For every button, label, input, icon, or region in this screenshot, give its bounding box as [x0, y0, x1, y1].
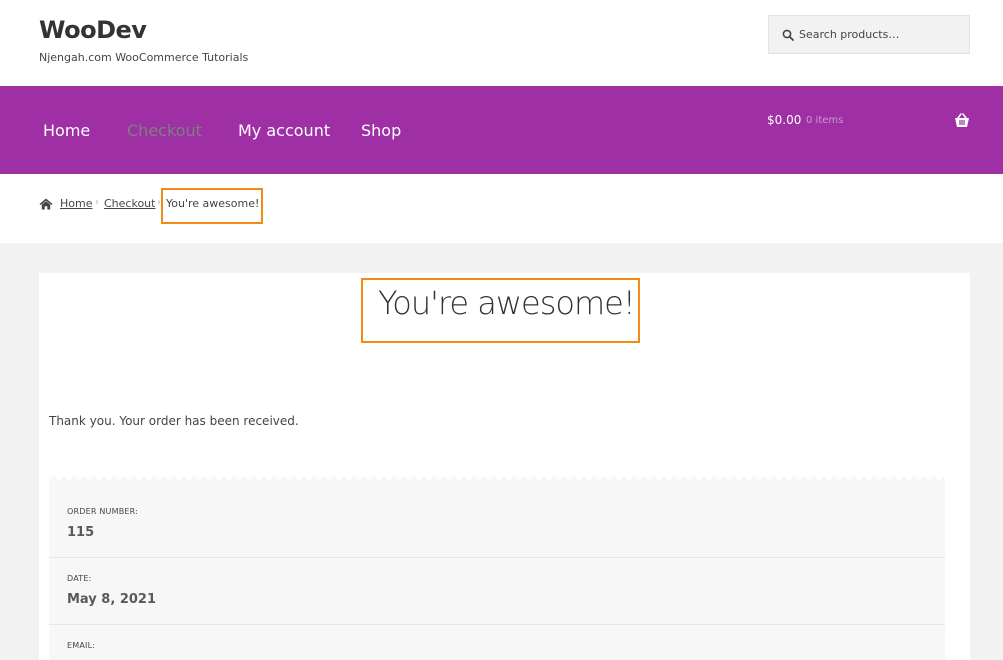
primary-navigation: Home Checkout My account Shop $0.00 0 it…	[0, 86, 1003, 174]
nav-item-checkout[interactable]: Checkout	[127, 121, 202, 140]
home-icon[interactable]	[39, 198, 53, 210]
nav-item-shop[interactable]: Shop	[361, 121, 401, 140]
search-box[interactable]	[768, 15, 970, 54]
breadcrumb-home-link[interactable]: Home	[60, 197, 92, 210]
nav-item-my-account[interactable]: My account	[238, 121, 330, 140]
zigzag-edge	[49, 473, 945, 481]
cart-icon	[955, 113, 969, 127]
order-number-row: ORDER NUMBER: 115	[49, 491, 945, 558]
order-email-row: EMAIL:	[49, 625, 945, 660]
order-received-message: Thank you. Your order has been received.	[49, 414, 299, 428]
order-date-label: DATE:	[67, 574, 92, 583]
breadcrumb: Home › Checkout › You're awesome!	[0, 174, 1003, 243]
search-input[interactable]	[799, 16, 967, 53]
site-title[interactable]: WooDev	[39, 16, 147, 44]
breadcrumb-checkout-link[interactable]: Checkout	[104, 197, 155, 210]
cart-count: 0 items	[806, 115, 844, 126]
search-icon	[782, 29, 794, 41]
breadcrumb-separator: ›	[95, 197, 99, 208]
order-date-value: May 8, 2021	[67, 592, 157, 607]
page-title-highlight-box	[361, 278, 640, 343]
cart-link[interactable]: $0.00 0 items	[767, 113, 970, 133]
breadcrumb-highlight-box	[161, 188, 263, 224]
cart-amount: $0.00	[767, 113, 802, 127]
order-number-value: 115	[67, 525, 95, 540]
site-header: WooDev Njengah.com WooCommerce Tutorials	[0, 0, 1003, 86]
order-date-row: DATE: May 8, 2021	[49, 558, 945, 625]
order-email-label: EMAIL:	[67, 641, 96, 650]
order-number-label: ORDER NUMBER:	[67, 507, 139, 516]
nav-item-home[interactable]: Home	[43, 121, 90, 140]
site-tagline: Njengah.com WooCommerce Tutorials	[39, 51, 249, 64]
